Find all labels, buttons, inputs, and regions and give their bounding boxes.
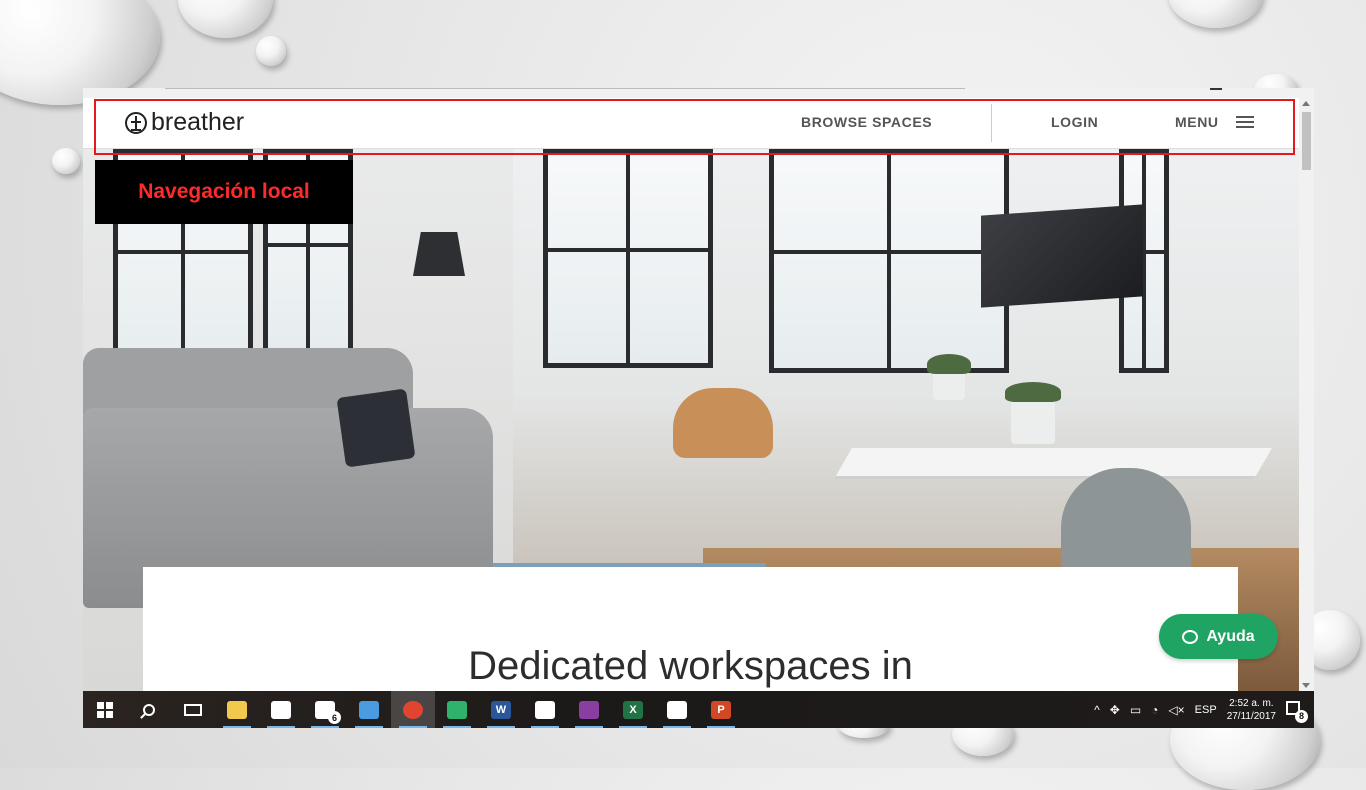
clock-date: 27/11/2017	[1226, 710, 1276, 722]
taskbar-app-word[interactable]: W	[479, 691, 523, 728]
photos-icon	[667, 700, 687, 719]
start-button[interactable]	[83, 691, 127, 728]
login-link[interactable]: LOGIN	[1051, 114, 1098, 130]
scroll-down-arrow-icon[interactable]	[1302, 683, 1310, 688]
system-tray: ^ ✥ ▭ ◔ ◁× ESP 2:52 a. m. 27/11/2017 8	[1094, 691, 1314, 728]
nav-divider	[991, 104, 992, 142]
powerpoint-icon: P	[711, 700, 731, 719]
taskbar-app-excel[interactable]: X	[611, 691, 655, 728]
dining-table	[834, 448, 1272, 479]
wifi-icon[interactable]: ◔	[1151, 703, 1158, 717]
minimize-icon[interactable]	[1210, 88, 1222, 90]
excel-icon: X	[623, 700, 643, 719]
taskbar-app-notes[interactable]	[347, 691, 391, 728]
action-center-button[interactable]: 8	[1286, 700, 1308, 723]
menu-link[interactable]: MENU	[1175, 114, 1219, 130]
water-drop-decoration	[52, 148, 80, 174]
windows-taskbar: 6 W X P ^ ✥ ▭ ◔ ◁× ESP 2:52 a. m. 27/11/201…	[83, 691, 1314, 728]
water-drop-decoration	[1168, 0, 1263, 28]
word-icon: W	[491, 700, 511, 719]
site-navbar: breather BROWSE SPACES LOGIN MENU	[83, 98, 1299, 149]
hero-window	[769, 148, 1009, 373]
search-button[interactable]	[127, 691, 171, 728]
taskbar-app-app-green[interactable]	[435, 691, 479, 728]
notes-icon	[359, 700, 379, 719]
local-navigation-label: Navegación local	[95, 160, 353, 224]
notification-count: 8	[1295, 709, 1308, 723]
intro-card: Dedicated workspaces in	[143, 567, 1238, 691]
scroll-thumb[interactable]	[1302, 112, 1311, 170]
wall-tv	[981, 204, 1143, 308]
help-button-label: Ayuda	[1206, 627, 1255, 645]
orange-chair	[673, 388, 773, 458]
task-view-button[interactable]	[171, 691, 215, 728]
search-icon	[143, 703, 155, 716]
taskbar-apps: 6 W X P	[215, 691, 743, 728]
taskbar-app-mail[interactable]: 6	[303, 691, 347, 728]
logo-text: breather	[151, 108, 245, 136]
clock-time: 2:52 a. m.	[1229, 697, 1274, 709]
winrar-icon	[579, 700, 599, 719]
taskbar-app-store[interactable]	[259, 691, 303, 728]
chrome-icon	[403, 700, 423, 719]
clock[interactable]: 2:52 a. m. 27/11/2017	[1227, 697, 1276, 723]
taskbar-app-photos[interactable]	[655, 691, 699, 728]
language-indicator[interactable]: ESP	[1195, 704, 1217, 716]
store-icon	[271, 700, 291, 719]
vertical-scrollbar[interactable]	[1299, 98, 1314, 691]
browse-spaces-link[interactable]: BROWSE SPACES	[801, 114, 932, 130]
taskbar-app-winrar[interactable]	[567, 691, 611, 728]
paint-icon	[535, 700, 555, 719]
lamp-shade	[413, 232, 465, 276]
help-button[interactable]: Ayuda	[1159, 614, 1278, 659]
breather-logo-icon	[125, 111, 147, 134]
potted-plant	[927, 354, 971, 400]
patterned-cushion	[336, 388, 416, 468]
file-explorer-icon	[227, 700, 247, 719]
windows-logo-icon	[97, 701, 113, 718]
taskbar-app-powerpoint[interactable]: P	[699, 691, 743, 728]
hamburger-menu-icon[interactable]	[1236, 116, 1254, 128]
task-view-icon	[184, 703, 202, 716]
taskbar-app-chrome[interactable]	[391, 691, 435, 728]
mail-badge: 6	[328, 711, 341, 724]
volume-muted-icon[interactable]: ◁×	[1168, 703, 1184, 717]
hero-window	[543, 148, 713, 368]
intro-heading: Dedicated workspaces in	[468, 644, 913, 688]
water-drop-decoration	[256, 36, 286, 66]
app-green-icon	[447, 700, 467, 719]
scroll-up-arrow-icon[interactable]	[1302, 101, 1310, 106]
site-logo[interactable]: breather	[125, 108, 244, 137]
address-bar-edge	[165, 88, 965, 89]
taskbar-app-paint[interactable]	[523, 691, 567, 728]
taskbar-app-file-explorer[interactable]	[215, 691, 259, 728]
dropbox-icon[interactable]: ✥	[1110, 703, 1120, 717]
browser-top-strip	[83, 88, 1314, 98]
water-drop-decoration	[178, 0, 273, 38]
battery-icon[interactable]: ▭	[1130, 703, 1141, 717]
potted-plant	[1005, 382, 1061, 444]
chevron-up-icon[interactable]: ^	[1094, 703, 1100, 717]
chat-bubble-icon	[1182, 629, 1199, 644]
